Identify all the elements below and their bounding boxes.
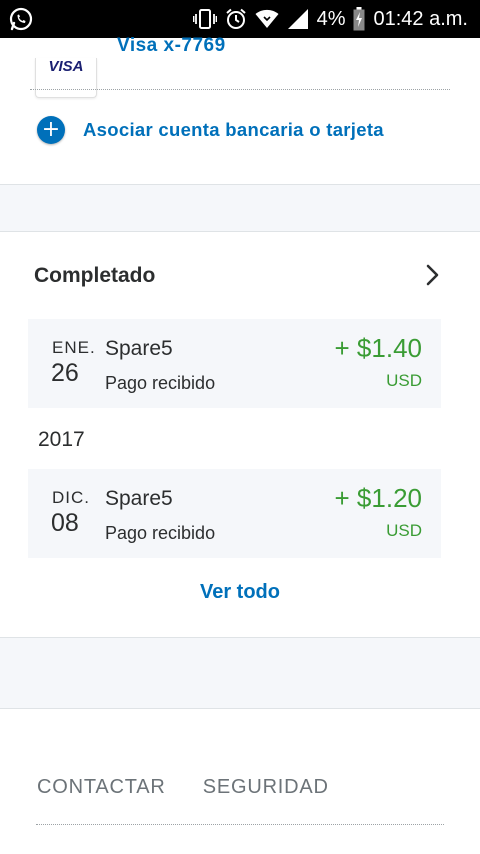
transaction-month: DIC.: [52, 488, 90, 507]
signal-icon: [287, 8, 309, 30]
transaction-amount: + $1.20: [334, 483, 422, 513]
link-bank-account-button[interactable]: + Asociar cuenta bancaria o tarjeta: [37, 116, 384, 144]
visa-card-logo: VISA: [35, 58, 97, 98]
whatsapp-icon: [8, 6, 36, 32]
transaction-day: 08: [51, 509, 79, 537]
transaction-description: Pago recibido: [105, 523, 216, 543]
transaction-currency: USD: [386, 371, 422, 390]
divider: [30, 89, 450, 90]
status-bar: 4% 01:42 a.m.: [0, 0, 480, 38]
transaction-item[interactable]: DIC. 08 Spare5 Pago recibido + $1.20 USD: [28, 469, 441, 558]
footer-links: CONTACTAR SEGURIDAD: [37, 776, 329, 799]
link-bank-label: Asociar cuenta bancaria o tarjeta: [83, 119, 384, 140]
section-separator: [0, 184, 480, 232]
transaction-month: ENE.: [52, 338, 96, 357]
battery-percent: 4%: [316, 7, 346, 30]
plus-circle-icon: +: [37, 116, 65, 144]
alarm-icon: [225, 8, 247, 30]
security-link[interactable]: SEGURIDAD: [203, 776, 329, 799]
section-separator: [0, 637, 480, 709]
contact-link[interactable]: CONTACTAR: [37, 776, 166, 799]
clock: 01:42 a.m.: [373, 7, 468, 30]
transaction-currency: USD: [386, 521, 422, 540]
vibrate-icon: [192, 8, 217, 30]
transaction-day: 26: [51, 359, 79, 387]
transaction-description: Pago recibido: [105, 373, 216, 393]
payment-card-row[interactable]: VISA Visa x-7769: [0, 35, 480, 98]
card-label: Visa x-7769: [117, 35, 226, 56]
transaction-name: Spare5: [105, 487, 173, 510]
transaction-name: Spare5: [105, 337, 173, 360]
see-all-link[interactable]: Ver todo: [0, 581, 480, 604]
year-separator: 2017: [38, 428, 85, 451]
divider: [36, 824, 444, 825]
chevron-right-icon[interactable]: [424, 263, 442, 287]
wifi-icon: [255, 9, 279, 29]
battery-charging-icon: [353, 7, 365, 31]
transaction-item[interactable]: ENE. 26 Spare5 Pago recibido + $1.40 USD: [28, 319, 441, 408]
completed-title: Completado: [34, 264, 156, 287]
transaction-amount: + $1.40: [334, 333, 422, 363]
